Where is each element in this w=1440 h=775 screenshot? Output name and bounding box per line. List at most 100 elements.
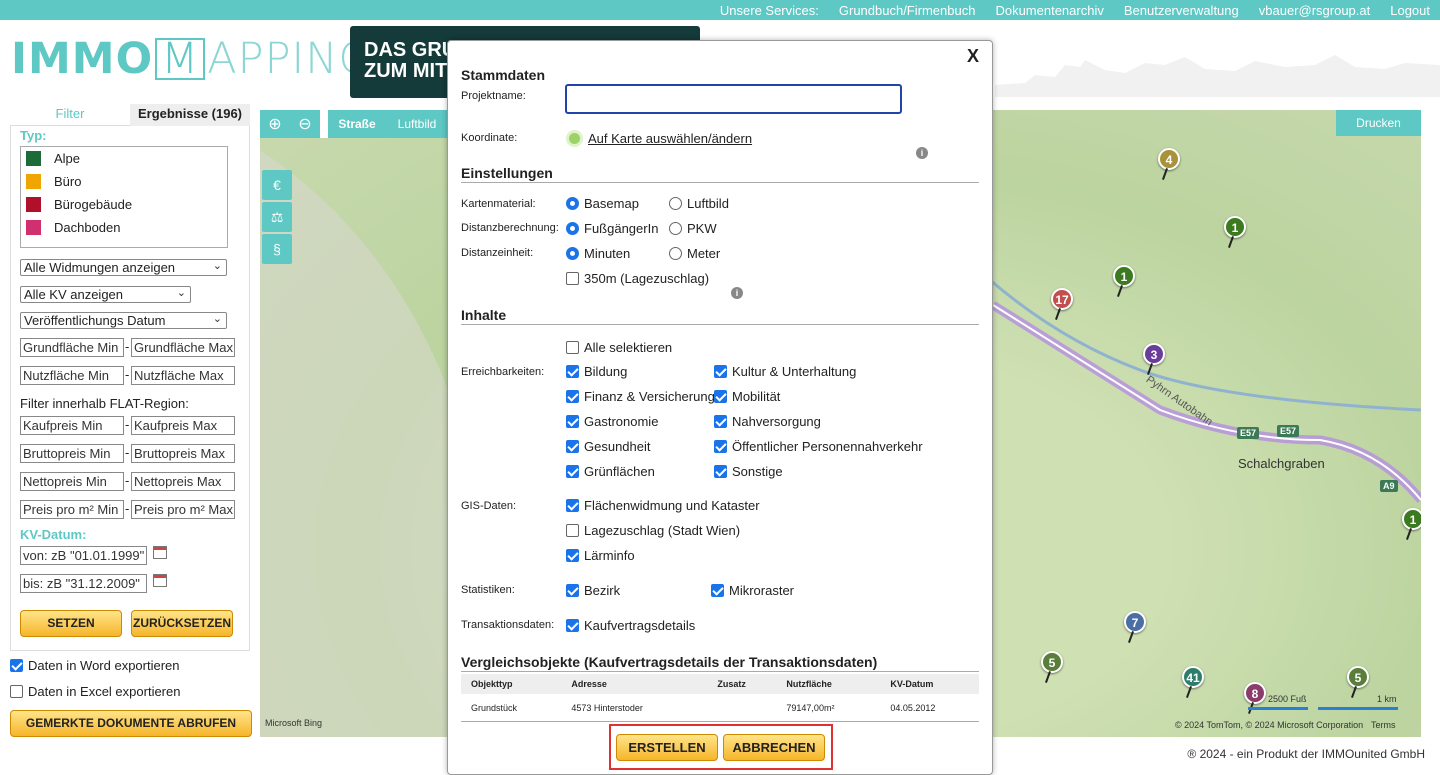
map-style-luftbild[interactable]: Luftbild: [386, 110, 448, 138]
table-row[interactable]: Grundstück 4573 Hinterstoder 79147,00m² …: [461, 694, 979, 721]
map-pin[interactable]: 4: [1158, 148, 1180, 170]
drucken-button[interactable]: Drucken: [1336, 110, 1421, 136]
preis-qm-min-input[interactable]: Preis pro m² Min: [20, 500, 124, 519]
export-word-checkbox[interactable]: Daten in Word exportieren: [10, 658, 180, 673]
type-list[interactable]: Alpe Büro Bürogebäude Dachboden: [20, 146, 228, 248]
map-style-strasse[interactable]: Straße: [328, 110, 386, 138]
bing-logo[interactable]: Microsoft Bing: [265, 718, 322, 728]
map-pin[interactable]: 1: [1402, 508, 1421, 530]
checkbox-unchecked-icon[interactable]: [10, 685, 23, 698]
alle-selektieren-checkbox[interactable]: Alle selektieren: [566, 340, 672, 355]
basemap-radio[interactable]: Basemap: [566, 196, 639, 211]
tab-filter[interactable]: Filter: [10, 104, 130, 126]
vergleichsobjekte-heading: Vergleichsobjekte (Kaufvertragsdetails d…: [461, 654, 878, 670]
nutzflaeche-max-input[interactable]: Nutzfläche Max: [131, 366, 235, 385]
calendar-icon[interactable]: [153, 574, 167, 587]
abbrechen-button[interactable]: ABBRECHEN: [723, 734, 825, 761]
type-item-buerogebaeude[interactable]: Bürogebäude: [21, 193, 227, 216]
nettopreis-max-input[interactable]: Nettopreis Max: [131, 472, 235, 491]
map-pin[interactable]: 41: [1182, 666, 1204, 688]
kaufvertragsdetails-checkbox[interactable]: Kaufvertragsdetails: [566, 618, 695, 633]
filter-pane: Typ: Alpe Büro Bürogebäude Dachboden All…: [10, 126, 250, 651]
terms-link[interactable]: Terms: [1371, 720, 1396, 730]
type-item-dachboden[interactable]: Dachboden: [21, 216, 227, 239]
benutzerverwaltung-link[interactable]: Benutzerverwaltung: [1124, 3, 1239, 18]
kv-von-input[interactable]: von: zB "01.01.1999": [20, 546, 147, 565]
projektname-input[interactable]: [565, 84, 902, 114]
col-nutzflaeche: Nutzfläche: [776, 674, 881, 694]
sonstige-checkbox[interactable]: Sonstige: [714, 464, 783, 479]
widmungen-select[interactable]: Alle Widmungen anzeigen ⌄: [20, 259, 227, 276]
calendar-icon[interactable]: [153, 546, 167, 559]
map-pin[interactable]: 8: [1244, 682, 1266, 704]
luftbild-radio[interactable]: Luftbild: [669, 196, 729, 211]
map-pin[interactable]: 1: [1224, 216, 1246, 238]
zoom-in-icon[interactable]: ⊕: [260, 110, 290, 138]
nutzflaeche-min-input[interactable]: Nutzfläche Min: [20, 366, 124, 385]
grundflaeche-min-input[interactable]: Grundfläche Min: [20, 338, 124, 357]
stammdaten-heading: Stammdaten: [461, 67, 546, 83]
tab-results[interactable]: Ergebnisse (196): [130, 104, 250, 126]
gavel-icon[interactable]: ⚖: [262, 202, 292, 232]
pkw-radio[interactable]: PKW: [669, 221, 717, 236]
bruttopreis-max-input[interactable]: Bruttopreis Max: [131, 444, 235, 463]
lagezuschlag-350-checkbox[interactable]: 350m (Lagezuschlag): [566, 271, 709, 286]
lagezuschlag-wien-checkbox[interactable]: Lagezuschlag (Stadt Wien): [566, 523, 740, 538]
gemerkte-dokumente-button[interactable]: GEMERKTE DOKUMENTE ABRUFEN: [10, 710, 252, 737]
preis-qm-max-input[interactable]: Preis pro m² Max: [131, 500, 235, 519]
bruttopreis-min-input[interactable]: Bruttopreis Min: [20, 444, 124, 463]
nahversorgung-checkbox[interactable]: Nahversorgung: [714, 414, 821, 429]
location-target-icon: [566, 130, 583, 147]
map-pin[interactable]: 5: [1041, 651, 1063, 673]
place-label: Schalchgraben: [1238, 456, 1325, 471]
oeffentlicher-verkehr-checkbox[interactable]: Öffentlicher Personennahverkehr: [714, 439, 923, 454]
dokumentenarchiv-link[interactable]: Dokumentenarchiv: [995, 3, 1103, 18]
grundbuch-link[interactable]: Grundbuch/Firmenbuch: [839, 3, 976, 18]
close-icon[interactable]: X: [967, 46, 979, 67]
type-item-alpe[interactable]: Alpe: [21, 147, 227, 170]
flat-region-label: Filter innerhalb FLAT-Region:: [20, 396, 189, 411]
datum-select[interactable]: Veröffentlichungs Datum ⌄: [20, 312, 227, 329]
kv-select[interactable]: Alle KV anzeigen ⌄: [20, 286, 191, 303]
flaechenwidmung-checkbox[interactable]: Flächenwidmung und Kataster: [566, 498, 760, 513]
user-email-link[interactable]: vbauer@rsgroup.at: [1259, 3, 1370, 18]
immomapping-logo[interactable]: IMMO M APPING: [11, 34, 373, 84]
grundflaeche-max-input[interactable]: Grundfläche Max: [131, 338, 235, 357]
map-pin[interactable]: 1: [1113, 265, 1135, 287]
coins-icon[interactable]: €: [262, 170, 292, 200]
map-pin[interactable]: 17: [1051, 288, 1073, 310]
map-pin[interactable]: 5: [1347, 666, 1369, 688]
kultur-checkbox[interactable]: Kultur & Unterhaltung: [714, 364, 856, 379]
info-icon[interactable]: i: [731, 287, 743, 299]
karte-auswaehlen-link[interactable]: Auf Karte auswählen/ändern: [566, 130, 752, 147]
erstellen-button[interactable]: ERSTELLEN: [616, 734, 718, 761]
house-paragraph-icon[interactable]: §: [262, 234, 292, 264]
kaufpreis-min-input[interactable]: Kaufpreis Min: [20, 416, 124, 435]
kaufpreis-max-input[interactable]: Kaufpreis Max: [131, 416, 235, 435]
minuten-radio[interactable]: Minuten: [566, 246, 630, 261]
fussgaenger-radio[interactable]: FußgängerIn: [566, 221, 658, 236]
bezirk-checkbox[interactable]: Bezirk: [566, 583, 620, 598]
kv-bis-input[interactable]: bis: zB "31.12.2009": [20, 574, 147, 593]
mobilitaet-checkbox[interactable]: Mobilität: [714, 389, 780, 404]
zuruecksetzen-button[interactable]: ZURÜCKSETZEN: [131, 610, 233, 637]
map-pin[interactable]: 3: [1143, 343, 1165, 365]
export-excel-checkbox[interactable]: Daten in Excel exportieren: [10, 684, 180, 699]
laerminfo-checkbox[interactable]: Lärminfo: [566, 548, 635, 563]
finanz-checkbox[interactable]: Finanz & Versicherung: [566, 389, 715, 404]
bildung-checkbox[interactable]: Bildung: [566, 364, 627, 379]
logout-link[interactable]: Logout: [1390, 3, 1430, 18]
meter-radio[interactable]: Meter: [669, 246, 720, 261]
nettopreis-min-input[interactable]: Nettopreis Min: [20, 472, 124, 491]
setzen-button[interactable]: SETZEN: [20, 610, 122, 637]
gesundheit-checkbox[interactable]: Gesundheit: [566, 439, 651, 454]
type-item-buero[interactable]: Büro: [21, 170, 227, 193]
gruenflaechen-checkbox[interactable]: Grünflächen: [566, 464, 655, 479]
gastronomie-checkbox[interactable]: Gastronomie: [566, 414, 658, 429]
typ-label: Typ:: [20, 128, 47, 143]
map-pin[interactable]: 7: [1124, 611, 1146, 633]
checkbox-checked-icon[interactable]: [10, 659, 23, 672]
zoom-out-icon[interactable]: ⊖: [290, 110, 320, 138]
mikroraster-checkbox[interactable]: Mikroraster: [711, 583, 794, 598]
info-icon[interactable]: i: [916, 147, 928, 159]
